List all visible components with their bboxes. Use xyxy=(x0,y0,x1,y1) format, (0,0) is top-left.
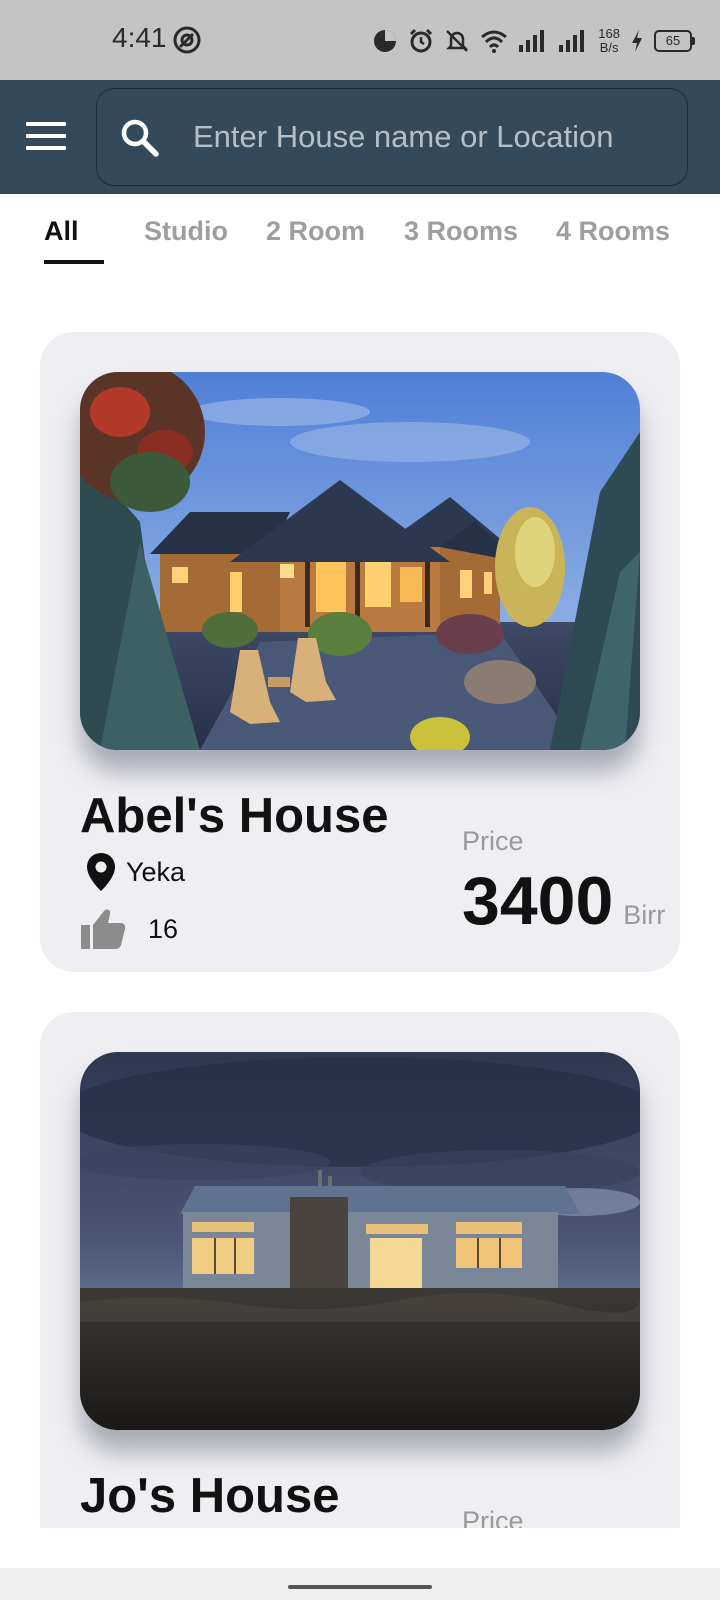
tab-2-room[interactable]: 2 Room xyxy=(266,216,365,247)
notifications-off-icon xyxy=(446,30,469,52)
at-sign-icon xyxy=(173,26,201,54)
search-box[interactable] xyxy=(96,88,688,186)
listing-scroll-area[interactable]: Abel's House Yeka 16 Price 3400 Birr Jo'… xyxy=(0,264,720,1528)
house-card[interactable]: Abel's House Yeka 16 Price 3400 Birr xyxy=(40,332,680,972)
tab-3-rooms[interactable]: 3 Rooms xyxy=(404,216,518,247)
location-label: Yeka xyxy=(126,856,186,887)
search-icon xyxy=(121,119,159,157)
network-speed: 168 B/s xyxy=(598,26,620,55)
price-label: Price xyxy=(462,826,524,856)
house-location: Yeka xyxy=(86,850,185,894)
house-photo[interactable] xyxy=(80,372,640,750)
house-name: Jo's House xyxy=(80,1469,340,1523)
location-pin-icon xyxy=(87,853,115,891)
status-bar: 4:41 168 B/s 65 xyxy=(0,0,720,80)
status-icons: 168 B/s 65 xyxy=(372,24,695,58)
house-name: Abel's House xyxy=(80,789,389,843)
app-bar xyxy=(0,80,720,194)
house-photo-image xyxy=(80,372,640,750)
house-photo[interactable] xyxy=(80,1052,640,1430)
category-tabs: All Studio 2 Room 3 Rooms 4 Rooms xyxy=(0,194,720,264)
tab-4-rooms[interactable]: 4 Rooms xyxy=(556,216,670,247)
like-count: 16 xyxy=(148,913,179,944)
alarm-icon xyxy=(410,28,433,53)
tab-studio[interactable]: Studio xyxy=(144,216,228,247)
thumbs-up-icon[interactable] xyxy=(80,908,126,950)
price-currency: Birr xyxy=(623,900,666,930)
home-indicator[interactable] xyxy=(288,1585,432,1589)
battery-icon: 65 xyxy=(654,30,695,52)
likes: 16 xyxy=(80,904,178,954)
house-photo-image xyxy=(80,1052,640,1430)
navigation-bar xyxy=(0,1568,720,1600)
tab-all[interactable]: All xyxy=(44,216,79,247)
charging-icon xyxy=(632,30,642,52)
menu-icon[interactable] xyxy=(26,122,68,152)
signal-icon xyxy=(519,30,545,52)
search-input[interactable] xyxy=(193,111,673,163)
data-saver-icon xyxy=(374,30,397,52)
price-label: Price xyxy=(462,1506,524,1528)
status-time: 4:41 xyxy=(112,22,167,53)
price-value: 3400 xyxy=(462,863,614,939)
signal-icon-2 xyxy=(559,30,585,52)
price: 3400 Birr xyxy=(462,862,665,940)
house-card[interactable]: Jo's House Price xyxy=(40,1012,680,1528)
wifi-icon xyxy=(481,30,508,53)
